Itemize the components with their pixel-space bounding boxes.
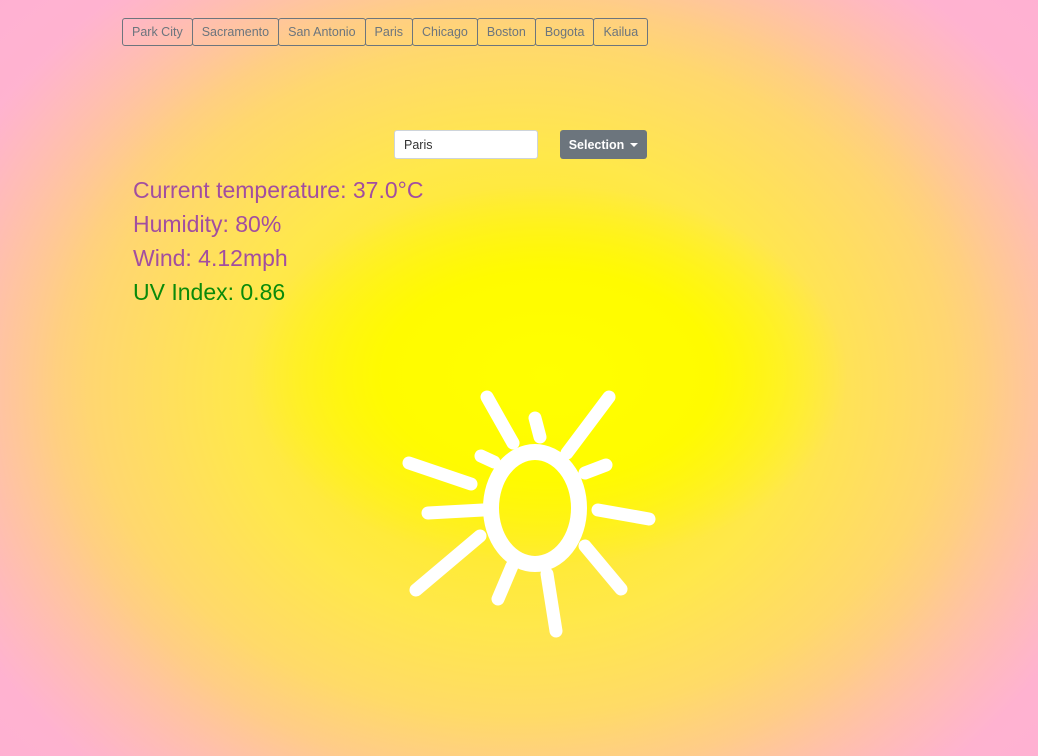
caret-down-icon — [630, 143, 639, 147]
weather-stats: Current temperature: 37.0°C Humidity: 80… — [133, 173, 423, 309]
city-button-kailua[interactable]: Kailua — [593, 18, 649, 46]
city-button-boston[interactable]: Boston — [476, 18, 536, 46]
selection-label: Selection — [568, 137, 625, 152]
city-button-paris[interactable]: Paris — [364, 18, 414, 46]
uv-index: UV Index: 0.86 — [133, 279, 286, 305]
sun-icon — [402, 390, 656, 638]
city-button-sacramento[interactable]: Sacramento — [191, 18, 280, 46]
city-button-san-antonio[interactable]: San Antonio — [278, 18, 366, 46]
city-button-bogota[interactable]: Bogota — [534, 18, 595, 46]
current-temperature: Current temperature: 37.0°C — [133, 177, 424, 203]
city-button-bar: Park City Sacramento San Antonio Paris C… — [122, 18, 649, 46]
wind: Wind: 4.12mph — [133, 245, 288, 271]
city-search-input[interactable] — [394, 130, 538, 159]
humidity: Humidity: 80% — [133, 211, 282, 237]
city-button-park-city[interactable]: Park City — [122, 18, 193, 46]
selection-dropdown-button[interactable]: Selection — [560, 130, 647, 159]
city-button-chicago[interactable]: Chicago — [412, 18, 478, 46]
